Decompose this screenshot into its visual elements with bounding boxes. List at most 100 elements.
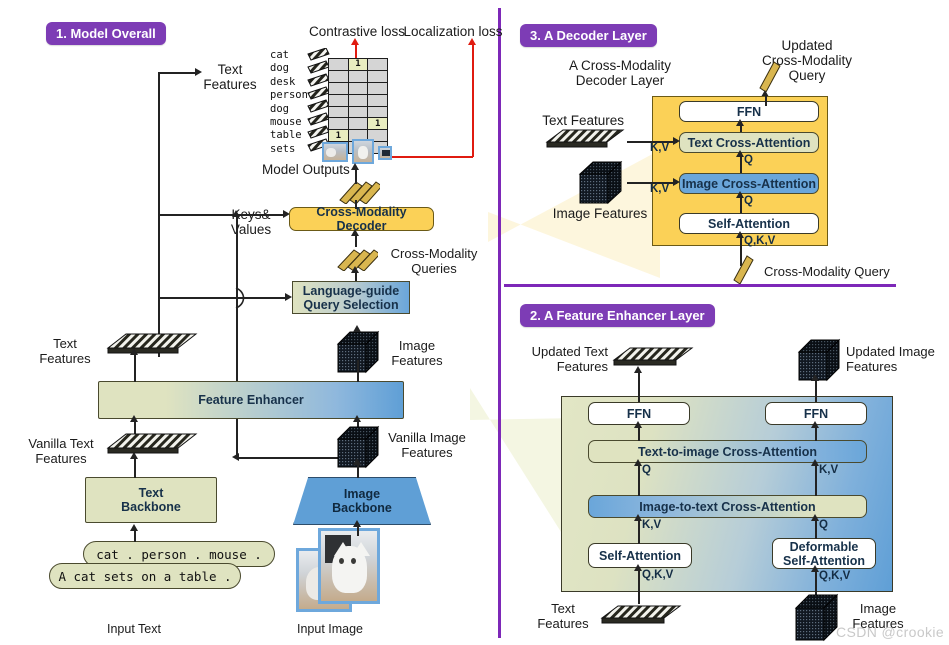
enhancer-q-left-label: Q: [642, 464, 651, 476]
updated-text-features-slab-icon: [612, 347, 694, 366]
input-text-caption: Input Text: [107, 622, 161, 636]
cross-modality-decoder-box: Cross-Modality Decoder: [289, 205, 434, 233]
input-image-front: [318, 528, 380, 604]
decoder-q-image-arrowhead: [736, 191, 744, 198]
matrix-cell: 1: [329, 130, 348, 142]
text-features-top-arrow: [158, 72, 198, 74]
figure-canvas: 1. Model Overall Contrastive loss Locali…: [0, 0, 949, 645]
text-to-image-cross-attention-block: Text-to-image Cross-Attention: [588, 440, 867, 463]
enhancer-text-features-label: Text Features: [537, 601, 589, 631]
matrix-cell: [329, 59, 348, 70]
enhancer-qkv-left-arrowhead: [634, 564, 642, 571]
decoder-qkv-self-arrowhead: [736, 231, 744, 238]
matrix-cell: [329, 82, 348, 94]
vanilla-text-features-label: Vanilla Text Features: [28, 436, 94, 466]
text-enhancer-in-arrowhead: [130, 415, 138, 422]
matrix-cell: [368, 106, 387, 118]
feature-enhancer-box: Feature Enhancer: [98, 381, 404, 419]
text-features-label: Text Features: [39, 336, 91, 366]
qs-to-queries-arrowhead: [351, 266, 359, 273]
input-image-to-backbone-arrowhead: [353, 520, 361, 527]
panel-badge-enhancer-layer: 2. A Feature Enhancer Layer: [520, 304, 715, 327]
matrix-cell: [329, 118, 348, 130]
decoder-qkv-label: Q,K,V: [744, 235, 776, 247]
matrix-row-label: table: [270, 129, 302, 142]
enhancer-right-ffn-in-arrowhead: [811, 421, 819, 428]
decoder-top-out-line: [765, 96, 767, 106]
text-features-top-label: Text Features: [203, 62, 257, 92]
enhancer-right-out-arrowhead: [811, 374, 819, 381]
image-to-text-cross-attention-block: Image-to-text Cross-Attention: [588, 495, 867, 518]
enhancer-q-left-line: [638, 463, 640, 496]
decoder-image-features-label: Image Features: [552, 206, 648, 221]
matrix-cell: [329, 94, 348, 106]
output-thumbnail: [352, 139, 374, 164]
decoder-self-attention-block: Self-Attention: [679, 213, 819, 234]
watermark: CSDN @crookie: [836, 624, 945, 640]
enhancer-qkv-right-label: Q,K,V: [819, 570, 851, 582]
enhancer-q-right-arrowhead: [811, 514, 819, 521]
matrix-cell: [329, 70, 348, 82]
enhancer-kv-right-label: K,V: [819, 464, 839, 476]
updated-text-features-label: Updated Text Features: [531, 344, 608, 374]
enhancer-left-ffn-in-arrowhead: [634, 421, 642, 428]
text-enhancer-out-arrowhead: [130, 348, 138, 355]
decoder-subtitle: A Cross-Modality Decoder Layer: [568, 58, 672, 88]
decoder-ffn-block: FFN: [679, 101, 819, 122]
localization-loss-arrow-v: [472, 44, 474, 157]
text-enhancer-out-line: [134, 352, 136, 382]
input-image-caption: Input Image: [296, 622, 363, 636]
output-bbox-thumbnail: [378, 146, 392, 160]
cross-modality-queries-label: Cross-Modality Queries: [390, 246, 478, 276]
image-backbone-box: Image Backbone: [293, 477, 431, 525]
updated-query-pencil-icon: [759, 61, 781, 92]
text-to-query-selection-arrowhead: [285, 293, 292, 301]
matrix-cell: [329, 106, 348, 118]
enhancer-q-left-arrowhead: [634, 459, 642, 466]
enhancer-qkv-right-arrowhead: [811, 565, 819, 572]
panel-badge-model-overall: 1. Model Overall: [46, 22, 166, 45]
decoder-text-features-slab-icon: [545, 129, 625, 148]
model-outputs-label: Model Outputs: [262, 162, 350, 177]
enhancer-kv-right-line: [815, 463, 817, 496]
matrix-row-label: desk: [270, 75, 296, 88]
decoder-text-kv-arrowhead: [673, 137, 680, 145]
decoder-q-text-arrowhead: [736, 150, 744, 157]
matrix-cell: [368, 70, 387, 82]
contrastive-loss-arrowhead: [351, 38, 359, 45]
matrix-cell: [368, 59, 387, 70]
updated-image-features-cube-icon: [797, 338, 841, 382]
keys-values-label: Keys& Values: [230, 207, 272, 237]
matrix-cell: 1: [348, 59, 368, 70]
image-enhancer-out-line: [357, 360, 359, 382]
decoder-output-line: [355, 200, 357, 209]
decoder-text-features-label: Text Features: [542, 113, 624, 128]
matrix-cell: [368, 82, 387, 94]
queries-to-decoder-arrowhead: [351, 229, 359, 236]
matrix-cell: [348, 94, 368, 106]
input-cross-modality-query-icon: [733, 255, 754, 284]
decoder-image-cross-attention-block: Image Cross-Attention: [679, 173, 819, 194]
matrix-row-label: cat: [270, 49, 289, 61]
prompt-caption-pill: A cat sets on a table .: [49, 563, 241, 589]
outputs-arrow-line: [355, 168, 357, 184]
matrix-row-label: person: [270, 89, 308, 102]
image-backbone-out-arrowhead: [353, 458, 361, 465]
enhancer-qkv-left-label: Q,K,V: [642, 569, 674, 581]
model-output-queries-icon: [339, 181, 380, 204]
matrix-cell: [348, 70, 368, 82]
decoder-ffn-in-arrowhead: [736, 119, 744, 126]
output-thumbnail: [322, 142, 348, 162]
enhancer-kv-left-label: K,V: [642, 519, 662, 531]
enhancer-left-out-arrowhead: [634, 366, 642, 373]
enhancer-image-features-cube-icon: [794, 593, 839, 642]
image-features-label: Image Features: [391, 338, 443, 368]
enhancer-text-features-slab-icon: [600, 605, 682, 624]
decoder-image-kv-arrowhead: [673, 178, 680, 186]
matrix-cell: [348, 82, 368, 94]
matrix-row-labels: cat dog desk person dog mouse table sets: [270, 49, 308, 156]
matrix-row-label: sets: [270, 142, 296, 155]
language-guide-query-selection-box: Language-guide Query Selection: [292, 281, 410, 314]
enhancer-kv-right-arrowhead: [811, 459, 819, 466]
decoder-q-image-label: Q: [744, 195, 753, 207]
